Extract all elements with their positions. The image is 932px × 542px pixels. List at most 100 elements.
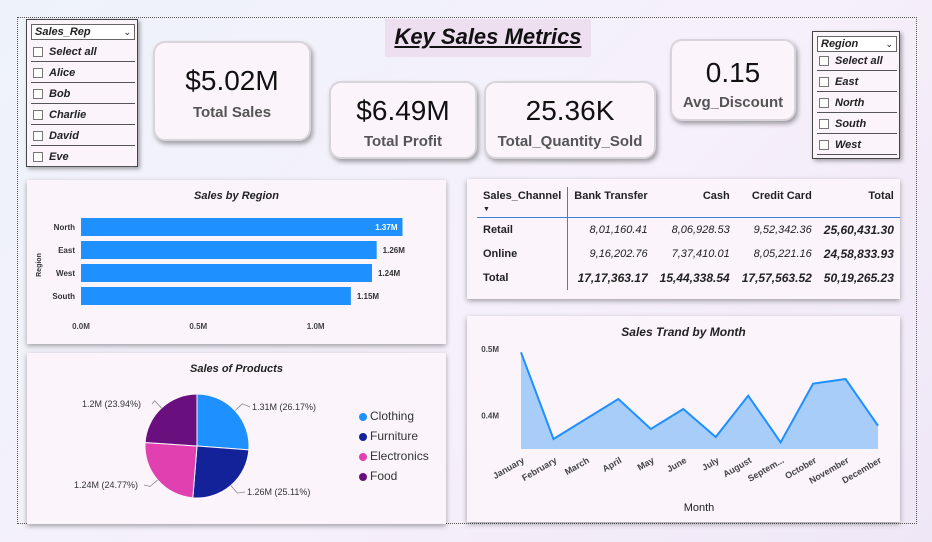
- slicer-item-bob[interactable]: Bob: [31, 86, 135, 104]
- x-tick-label: June: [665, 455, 688, 474]
- slicer-item-west[interactable]: West: [817, 137, 897, 155]
- data-label: 1.24M: [378, 269, 401, 278]
- table-cell: 17,57,563.52: [741, 270, 812, 285]
- bar[interactable]: [81, 218, 403, 236]
- table-cell: 9,16,202.76: [567, 241, 654, 266]
- table-cell: Retail: [483, 223, 513, 236]
- slicer-item-label: East: [835, 76, 859, 88]
- table-cell: 24,58,833.93: [823, 246, 894, 261]
- category-label: South: [52, 292, 75, 301]
- y-tick-label: 0.5M: [481, 345, 499, 354]
- slicer-item-east[interactable]: East: [817, 74, 897, 92]
- kpi-value: $6.49M: [356, 95, 450, 126]
- table-row: Online 9,16,202.76 7,37,410.01 8,05,221.…: [477, 241, 900, 266]
- pie-slice[interactable]: [196, 393, 250, 451]
- data-label: 1.15M: [357, 292, 380, 301]
- pie-slice[interactable]: [192, 445, 250, 499]
- x-tick-label: May: [636, 455, 656, 472]
- checkbox[interactable]: [33, 89, 43, 99]
- bar[interactable]: [81, 287, 351, 305]
- slicer-item-label: Charlie: [49, 109, 87, 121]
- legend-marker: [359, 473, 367, 481]
- checkbox[interactable]: [819, 98, 829, 108]
- matrix-header-row: Sales_Channel ▼ Bank Transfer Cash Credit…: [477, 187, 900, 218]
- kpi-value: 0.15: [705, 57, 761, 88]
- kpi-avg-discount: 0.15 Avg_Discount: [670, 39, 796, 121]
- page-title: Key Sales Metrics: [385, 19, 591, 57]
- table-cell: Online: [483, 247, 518, 260]
- slicer-item-label: Bob: [49, 88, 71, 100]
- checkbox[interactable]: [819, 119, 829, 129]
- checkbox[interactable]: [819, 77, 829, 87]
- checkbox[interactable]: [819, 56, 829, 66]
- slicer-item-alice[interactable]: Alice: [31, 65, 135, 83]
- table-cell: 7,37,410.01: [671, 247, 730, 260]
- checkbox[interactable]: [33, 152, 43, 162]
- table-cell: 8,06,928.53: [671, 223, 730, 236]
- checkbox[interactable]: [33, 131, 43, 141]
- table-cell: 15,44,338.54: [659, 270, 730, 285]
- region-slicer-title: Region: [821, 38, 859, 50]
- region-slicer-header[interactable]: Region ⌄: [817, 36, 897, 52]
- sales-channel-matrix: Sales_Channel ▼ Bank Transfer Cash Credit…: [467, 179, 900, 299]
- slicer-item-select-all[interactable]: Select all: [817, 53, 897, 71]
- pie-slice[interactable]: [144, 393, 198, 447]
- category-label: West: [56, 269, 75, 278]
- legend-label: Clothing: [370, 409, 415, 423]
- matrix-header-cell[interactable]: Bank Transfer: [567, 187, 654, 218]
- bar[interactable]: [81, 264, 372, 282]
- slicer-item-charlie[interactable]: Charlie: [31, 107, 135, 125]
- slicer-item-david[interactable]: David: [31, 128, 135, 146]
- checkbox[interactable]: [33, 110, 43, 120]
- sales-rep-slicer[interactable]: Sales_Rep ⌄ Select all Alice Bob Charlie…: [26, 19, 138, 167]
- table-cell: 8,05,221.16: [753, 247, 812, 260]
- chevron-down-icon[interactable]: ⌄: [885, 37, 893, 51]
- category-label: East: [58, 246, 75, 255]
- matrix-table: Sales_Channel ▼ Bank Transfer Cash Credit…: [477, 187, 900, 290]
- kpi-label: Total Sales: [192, 104, 272, 121]
- table-cell: 50,19,265.23: [823, 270, 894, 285]
- kpi-value: $5.02M: [185, 65, 279, 96]
- x-tick-label: July: [700, 455, 721, 473]
- slicer-item-label: Select all: [49, 46, 97, 58]
- bar[interactable]: [81, 241, 377, 259]
- checkbox[interactable]: [819, 140, 829, 150]
- table-row-total: Total 17,17,363.17 15,44,338.54 17,57,56…: [477, 265, 900, 290]
- matrix-header-cell[interactable]: Sales_Channel ▼: [477, 187, 568, 218]
- slicer-item-eve[interactable]: Eve: [31, 149, 135, 167]
- data-label: 1.31M (26.17%): [252, 402, 316, 412]
- sort-down-icon[interactable]: ▼: [483, 206, 490, 213]
- sales-rep-slicer-title: Sales_Rep: [35, 26, 91, 38]
- y-axis-label: Region: [36, 253, 43, 277]
- checkbox[interactable]: [33, 68, 43, 78]
- matrix-header-cell[interactable]: Total: [817, 187, 900, 218]
- checkbox[interactable]: [33, 47, 43, 57]
- legend-label: Furniture: [370, 429, 419, 443]
- data-label: 1.37M: [375, 223, 398, 232]
- slicer-item-label: David: [49, 130, 79, 142]
- kpi-label: Total Profit: [363, 133, 443, 150]
- matrix-header-cell[interactable]: Cash: [653, 187, 736, 218]
- sales-rep-slicer-header[interactable]: Sales_Rep ⌄: [31, 24, 135, 40]
- leader-line: [234, 403, 251, 411]
- x-axis-label: Month: [684, 502, 715, 514]
- leader-line: [143, 479, 158, 487]
- table-row: Retail 8,01,160.41 8,06,928.53 9,52,342.…: [477, 217, 900, 242]
- category-label: North: [54, 223, 75, 232]
- legend-marker: [359, 453, 367, 461]
- header-label: Sales_Channel: [483, 190, 562, 202]
- chevron-down-icon[interactable]: ⌄: [123, 25, 131, 39]
- sales-of-products-chart: Sales of Products 1.31M (26.17%) 1.26M (2…: [27, 353, 446, 524]
- matrix-header-cell[interactable]: Credit Card: [735, 187, 818, 218]
- table-cell: 17,17,363.17: [567, 265, 654, 290]
- x-tick-label: 0.0M: [72, 322, 90, 331]
- slicer-item-select-all[interactable]: Select all: [31, 44, 135, 62]
- pie-slice[interactable]: [144, 442, 198, 499]
- slicer-item-north[interactable]: North: [817, 95, 897, 113]
- region-slicer[interactable]: Region ⌄ Select all East North South Wes…: [812, 31, 900, 159]
- table-cell: Total: [483, 271, 509, 284]
- slicer-item-south[interactable]: South: [817, 116, 897, 134]
- legend-marker: [359, 413, 367, 421]
- x-tick-label: February: [520, 455, 558, 483]
- kpi-total-sales: $5.02M Total Sales: [153, 41, 311, 141]
